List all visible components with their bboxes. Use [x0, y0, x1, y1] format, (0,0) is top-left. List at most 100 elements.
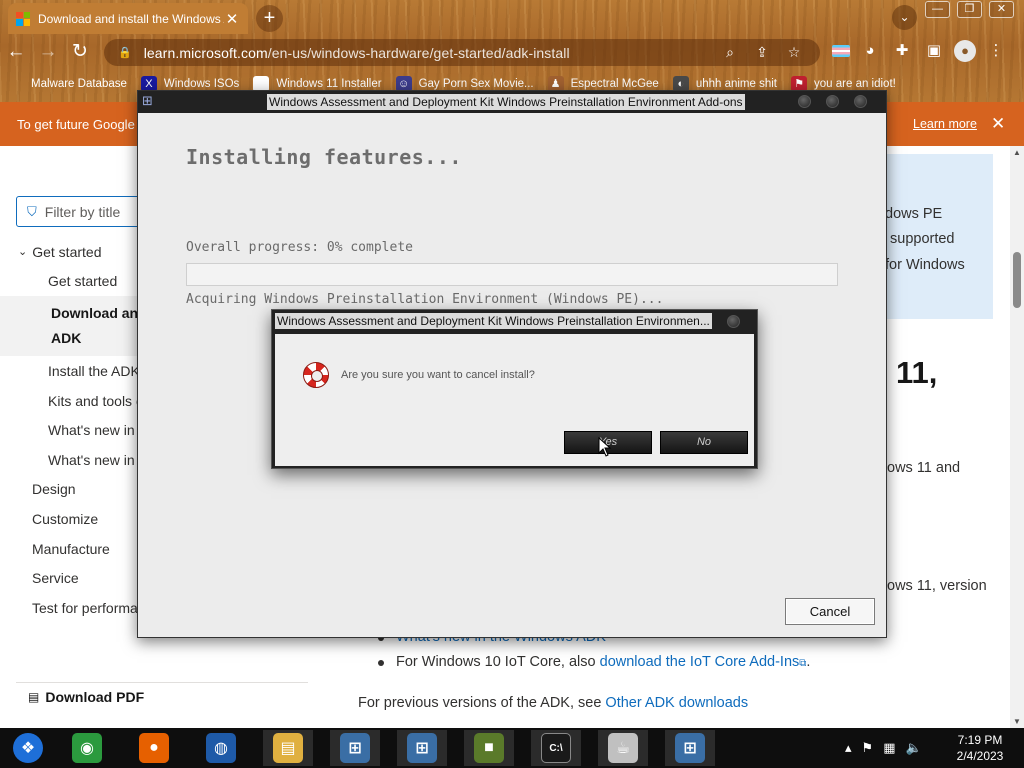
network-icon[interactable]: ▦ [883, 740, 895, 756]
toc-item[interactable]: ⌄ Get started [0, 237, 140, 267]
java-icon: ☕ [608, 733, 638, 763]
progress-label: Overall progress: 0% complete [186, 240, 413, 255]
toc-item[interactable]: Get started [0, 267, 140, 297]
toc-item[interactable]: What's new in [0, 445, 140, 475]
microsoft-logo-icon [16, 11, 30, 26]
restore-button[interactable]: ❐ [957, 1, 982, 18]
installer-titlebar[interactable]: ⊞ Windows Assessment and Deployment Kit … [138, 91, 886, 113]
filter-placeholder: Filter by title [44, 203, 121, 220]
adk-installer-icon: ⊞ [340, 733, 370, 763]
toc-item-label: Download an ADK [51, 305, 139, 347]
toc-item[interactable]: Service [0, 563, 140, 593]
back-arrow-icon[interactable]: ← [0, 36, 32, 68]
volume-icon[interactable]: 🔈 [905, 740, 921, 756]
star-icon[interactable]: ☆ [778, 44, 810, 61]
learn-more-link[interactable]: Learn more [913, 117, 977, 131]
bookmark-label: Espectral McGee [570, 78, 659, 90]
tab-title: Download and install the Windows A [38, 11, 224, 26]
toc-item[interactable]: Manufacture [0, 534, 140, 564]
tab-close-icon[interactable]: ✕ [224, 10, 240, 28]
toc-item[interactable]: What's new in [0, 415, 140, 445]
forward-arrow-icon[interactable]: → [32, 36, 64, 68]
minimize-button[interactable]: — [925, 1, 950, 18]
bookmark-label: Windows ISOs [163, 78, 240, 90]
previous-prefix: For previous versions of the ADK, see [358, 695, 606, 711]
lock-icon[interactable]: 🔒 [118, 46, 132, 59]
toc-item-label: Get started [32, 243, 102, 260]
bookmark-label: Windows 11 Installer [276, 78, 382, 90]
chevron-down-icon[interactable]: ⌄ [18, 245, 27, 258]
pride-flag-extension-icon[interactable] [832, 45, 850, 57]
taskbar-java[interactable]: ☕ [598, 730, 648, 766]
address-bar[interactable]: 🔒 learn.microsoft.com/en-us/windows-hard… [104, 39, 820, 66]
other-adk-downloads-link[interactable]: Other ADK downloads [605, 695, 748, 711]
action-center-flag-icon[interactable]: ⚑ [862, 740, 874, 756]
toc-item-label: Install the ADK [48, 362, 140, 379]
extensions-area: ◕ ✚ ▣ ● ⋮ [832, 38, 1008, 64]
new-tab-button[interactable]: + [256, 5, 283, 32]
tray-chevron-icon[interactable]: ▴ [845, 740, 852, 756]
filter-input[interactable]: ⛉ Filter by title [16, 196, 146, 227]
cancel-button[interactable]: Cancel [785, 598, 875, 625]
toc-item[interactable]: Download an ADK [0, 296, 140, 357]
url-text: learn.microsoft.com/en-us/windows-hardwa… [144, 45, 714, 61]
side-panel-icon[interactable]: ▣ [922, 38, 946, 64]
scroll-thumb[interactable] [1013, 252, 1021, 308]
browser-tab[interactable]: Download and install the Windows A ✕ [8, 3, 248, 34]
bookmark-item[interactable]: Malware Database [12, 76, 127, 92]
taskbar: ❖ ◉ ● ◍ ▤ ⊞ ⊞ ■ C:\ ☕ ⊞ ▴ ⚑ ▦ 🔈 7:19 PM 2/4/2023 [0, 728, 1024, 768]
download-pdf-button[interactable]: ▤ Download PDF [16, 682, 308, 705]
toc-item[interactable]: Install the ADK [0, 356, 140, 386]
cancel-confirm-dialog: Windows Assessment and Deployment Kit Wi… [271, 309, 758, 469]
page-scrollbar[interactable]: ▲ ▼ [1010, 146, 1024, 728]
obama-icon: ◍ [206, 733, 236, 763]
installing-heading: Installing features... [186, 145, 462, 169]
toc-item[interactable]: Test for performa [0, 593, 140, 623]
taskbar-adk-installer[interactable]: ⊞ [330, 730, 380, 766]
iot-core-link[interactable]: download the IoT Core Add-Ins [600, 654, 800, 670]
puzzle-extensions-icon[interactable]: ✚ [890, 38, 914, 64]
maximize-dot-icon[interactable] [826, 95, 839, 108]
no-button[interactable]: No [660, 431, 748, 454]
scroll-down-icon[interactable]: ▼ [1010, 717, 1024, 726]
menu-kebab-icon[interactable]: ⋮ [984, 38, 1008, 64]
close-window-button[interactable]: ✕ [989, 1, 1014, 18]
body-text-fragment: ows 11, version [887, 578, 987, 594]
profile-avatar-icon[interactable]: ● [954, 40, 976, 62]
start-orb-icon: ❖ [13, 733, 43, 763]
scroll-up-icon[interactable]: ▲ [1010, 148, 1024, 157]
taskbar-adk-installer-3[interactable]: ⊞ [665, 730, 715, 766]
minimize-dot-icon[interactable] [798, 95, 811, 108]
note-line: supported [890, 231, 955, 247]
close-dot-icon[interactable] [854, 95, 867, 108]
adk-installer-2-icon: ⊞ [407, 733, 437, 763]
share-icon[interactable]: ⇪ [746, 44, 778, 61]
clock[interactable]: 7:19 PM 2/4/2023 [950, 732, 1010, 764]
taskbar-adk-installer-2[interactable]: ⊞ [397, 730, 447, 766]
system-tray: ▴ ⚑ ▦ 🔈 [845, 728, 922, 768]
previous-versions-text: For previous versions of the ADK, see Ot… [358, 695, 748, 711]
section-heading: 11, [896, 355, 938, 390]
taskbar-command-prompt[interactable]: C:\ [531, 730, 581, 766]
taskbar-obama[interactable]: ◍ [196, 730, 246, 766]
command-prompt-icon: C:\ [541, 733, 571, 763]
chrome-icon: ◉ [72, 733, 102, 763]
taskbar-file-explorer[interactable]: ▤ [263, 730, 313, 766]
tab-search-button[interactable]: ⌄ [892, 5, 917, 30]
reload-icon[interactable]: ↻ [64, 36, 96, 68]
search-icon[interactable]: ⌕ [714, 44, 746, 61]
banner-close-icon[interactable]: ✕ [991, 114, 1005, 134]
installer-window-controls [798, 95, 867, 108]
filter-icon: ⛉ [27, 203, 37, 219]
toc-item-label: Test for performa [32, 599, 138, 616]
list-item: For Windows 10 IoT Core, also download t… [378, 654, 810, 670]
toc-item[interactable]: Kits and tools o [0, 386, 144, 416]
taskbar-minecraft[interactable]: ■ [464, 730, 514, 766]
taskbar-start-orb[interactable]: ❖ [3, 730, 53, 766]
toc-item[interactable]: Customize [0, 504, 140, 534]
dialog-close-dot-icon[interactable] [727, 315, 740, 328]
toc-item[interactable]: Design [0, 475, 140, 505]
profile-extension-icon[interactable]: ◕ [858, 38, 882, 64]
taskbar-firefox[interactable]: ● [129, 730, 179, 766]
taskbar-chrome[interactable]: ◉ [62, 730, 112, 766]
